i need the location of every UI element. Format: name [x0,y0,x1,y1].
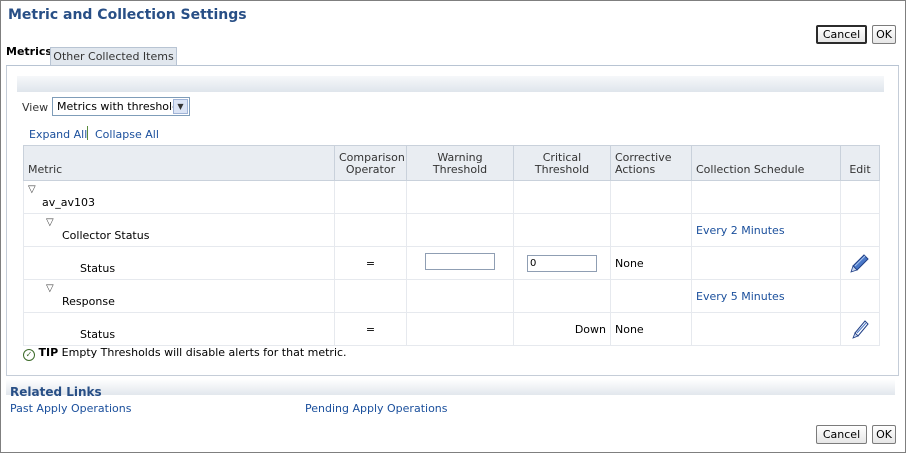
chevron-down-icon[interactable]: ▼ [173,99,188,114]
expanded-triangle-icon[interactable]: ▽ [28,185,330,195]
metric-cell: ▽ Collector Status [23,213,335,247]
critical-threshold-input[interactable]: 0 [527,254,597,272]
page-title: Metric and Collection Settings [8,7,247,23]
corrective-actions: None [610,312,692,346]
tip-text: Empty Thresholds will disable alerts for… [61,346,347,359]
header-collection-schedule: Collection Schedule [691,145,841,181]
panel-header-bar [17,76,884,92]
ok-button-top[interactable]: OK [872,25,896,44]
cancel-button-top[interactable]: Cancel [816,25,867,44]
expand-all-link[interactable]: Expand All [29,128,87,141]
table-header-row: Metric Comparison Operator Warning Thres… [23,145,880,181]
view-label: View [22,101,49,114]
header-comparison-operator: Comparison Operator [334,145,407,181]
corrective-actions: None [610,246,692,280]
metric-name: av_av103 [42,196,95,209]
metric-cell: ▽ av_av103 [23,180,335,214]
comparison-operator: = [334,246,407,280]
metric-cell: ▽ Response [23,279,335,313]
edit-cell [840,312,880,346]
checkmark-icon: ✓ [23,349,35,361]
past-apply-operations-link[interactable]: Past Apply Operations [10,402,131,415]
collection-schedule-link[interactable]: Every 5 Minutes [696,290,785,303]
critical-threshold-value: Down [513,312,611,346]
header-metric[interactable]: Metric [23,145,335,181]
table-row: ▽ Response Every 5 Minutes [23,279,880,313]
comparison-operator: = [334,312,407,346]
header-critical-threshold: Critical Threshold [513,145,611,181]
pencil-icon[interactable] [849,251,871,273]
related-links-bar [6,379,895,395]
metric-cell: Status [23,246,335,280]
table-row: Status = 0 None [23,246,880,280]
tab-metrics[interactable]: Metrics [6,45,52,58]
header-warning-threshold: Warning Threshold [406,145,514,181]
edit-cell [840,246,880,280]
tip-message: ✓ TIP Empty Thresholds will disable aler… [23,346,347,361]
collection-schedule-cell: Every 2 Minutes [691,213,841,247]
warning-threshold-input[interactable] [425,253,495,270]
metric-cell: Status [23,312,335,346]
table-row: Status = Down None [23,312,880,346]
cancel-button-bottom[interactable]: Cancel [816,425,867,444]
metric-name: Response [62,295,115,308]
expanded-triangle-icon[interactable]: ▽ [28,284,330,294]
collapse-all-link[interactable]: Collapse All [95,128,159,141]
tab-other-collected-items[interactable]: Other Collected Items [50,47,177,65]
collection-schedule-cell: Every 5 Minutes [691,279,841,313]
tip-label: TIP [38,346,59,359]
metric-name: Status [80,262,116,275]
view-select[interactable]: Metrics with thresholds ▼ [52,97,190,116]
collection-schedule-link[interactable]: Every 2 Minutes [696,224,785,237]
header-edit: Edit [840,145,880,181]
header-corrective-actions: Corrective Actions [610,145,692,181]
critical-threshold-cell: 0 [513,246,611,280]
view-select-value: Metrics with thresholds [57,100,185,113]
link-separator [87,126,88,140]
related-links-title: Related Links [10,385,102,399]
ok-button-bottom[interactable]: OK [872,425,896,444]
metric-name: Collector Status [62,229,150,242]
metrics-table: Metric Comparison Operator Warning Thres… [23,145,880,346]
pencil-icon[interactable] [849,317,871,339]
expanded-triangle-icon[interactable]: ▽ [28,218,330,228]
warning-threshold-cell [406,246,514,280]
table-row: ▽ Collector Status Every 2 Minutes [23,213,880,247]
table-row: ▽ av_av103 [23,180,880,214]
pending-apply-operations-link[interactable]: Pending Apply Operations [305,402,448,415]
metric-name: Status [80,328,116,341]
